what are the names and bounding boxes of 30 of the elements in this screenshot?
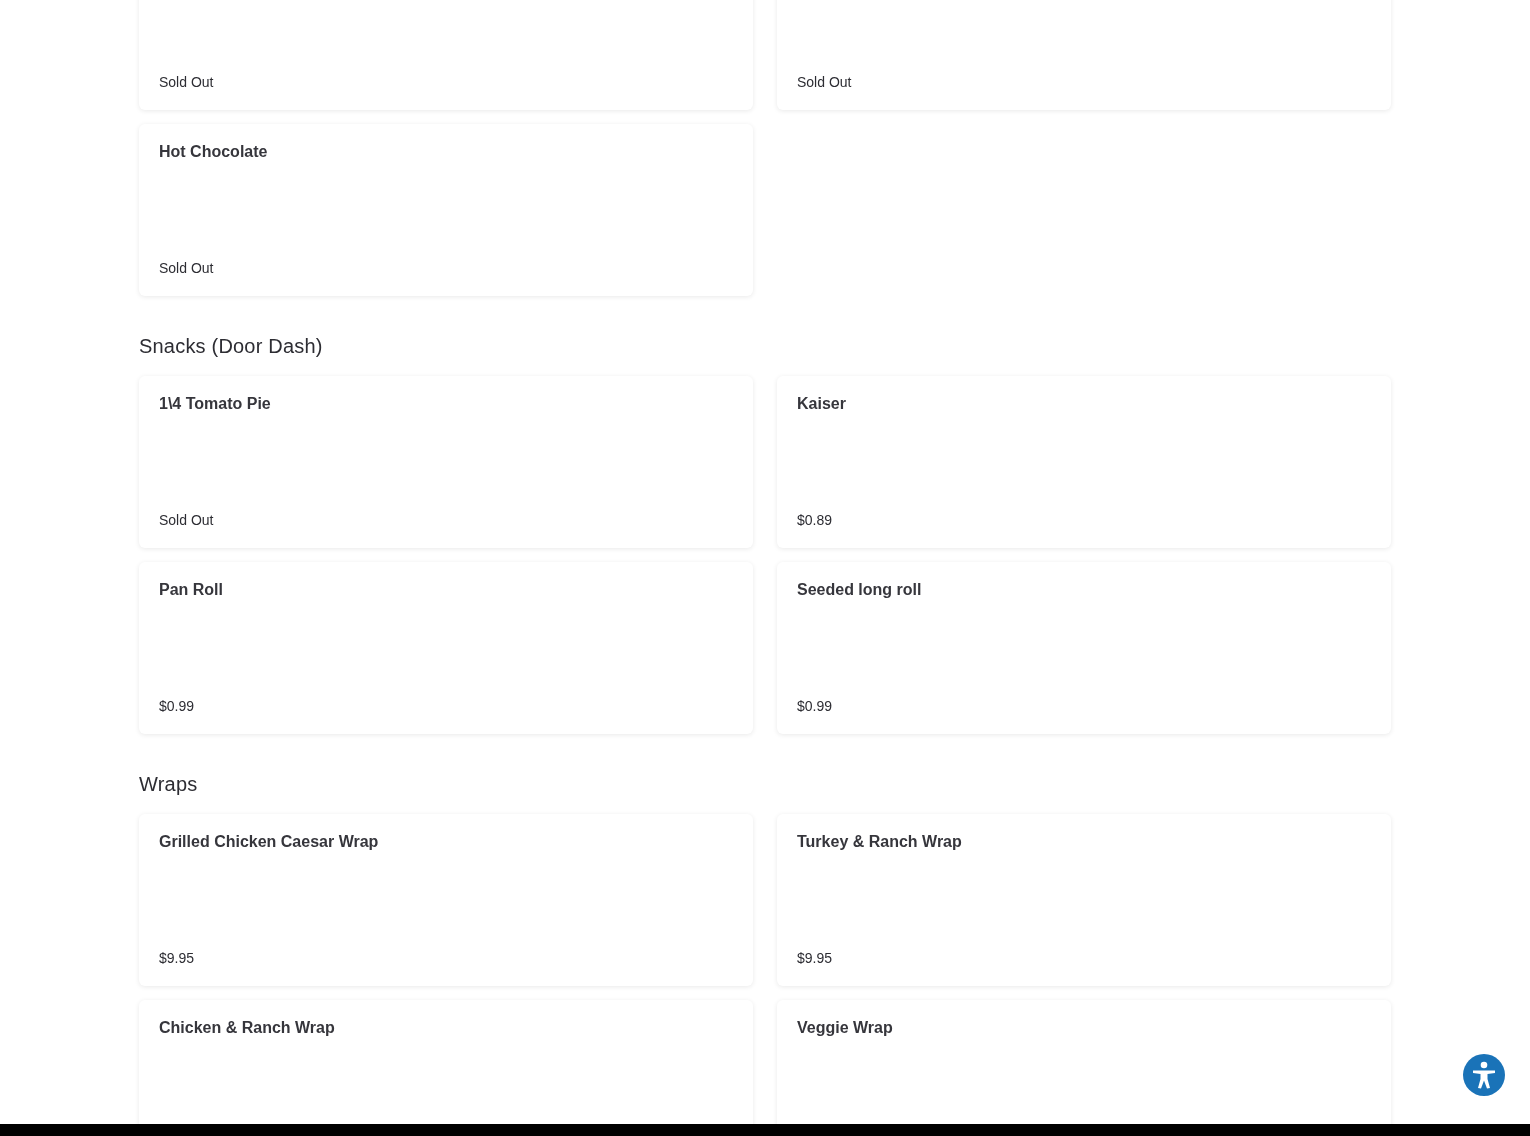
item-name: Veggie Wrap	[797, 1019, 893, 1036]
item-name: Hot Chocolate	[159, 143, 268, 160]
menu-item-card[interactable]: 1\4 Tomato Pie Sold Out	[139, 376, 753, 548]
item-price: Sold Out	[159, 260, 215, 276]
item-name: Pan Roll	[159, 581, 223, 598]
menu-item-card[interactable]: Turkey & Ranch Wrap $9.95	[777, 814, 1391, 986]
item-name: 1\4 Tomato Pie	[159, 395, 271, 412]
item-name: Chicken & Ranch Wrap	[159, 1019, 335, 1036]
menu-item-card[interactable]: Grilled Chicken Caesar Wrap $9.95	[139, 814, 753, 986]
menu-item-card[interactable]: Pan Roll $0.99	[139, 562, 753, 734]
item-price: $9.95	[159, 950, 196, 966]
item-price: Sold Out	[159, 74, 215, 90]
item-price: Sold Out	[159, 512, 215, 528]
item-price: $0.99	[797, 698, 834, 714]
section-heading: Wraps	[139, 772, 199, 797]
item-price: $9.95	[797, 950, 834, 966]
item-name: Grilled Chicken Caesar Wrap	[159, 833, 379, 850]
item-price: $0.89	[797, 512, 834, 528]
item-name: Kaiser	[797, 395, 846, 412]
menu-item-card[interactable]: Sold Out	[139, 0, 753, 110]
item-price: $0.99	[159, 698, 196, 714]
menu-item-card[interactable]: Seeded long roll $0.99	[777, 562, 1391, 734]
menu-item-card[interactable]: Sold Out	[777, 0, 1391, 110]
accessibility-icon[interactable]	[1463, 1054, 1505, 1096]
item-price: Sold Out	[797, 74, 853, 90]
section-heading: Snacks (Door Dash)	[139, 334, 324, 359]
item-name: Seeded long roll	[797, 581, 922, 598]
menu-item-card[interactable]: Hot Chocolate Sold Out	[139, 124, 753, 296]
menu-item-card[interactable]: Kaiser $0.89	[777, 376, 1391, 548]
item-name: Turkey & Ranch Wrap	[797, 833, 962, 850]
